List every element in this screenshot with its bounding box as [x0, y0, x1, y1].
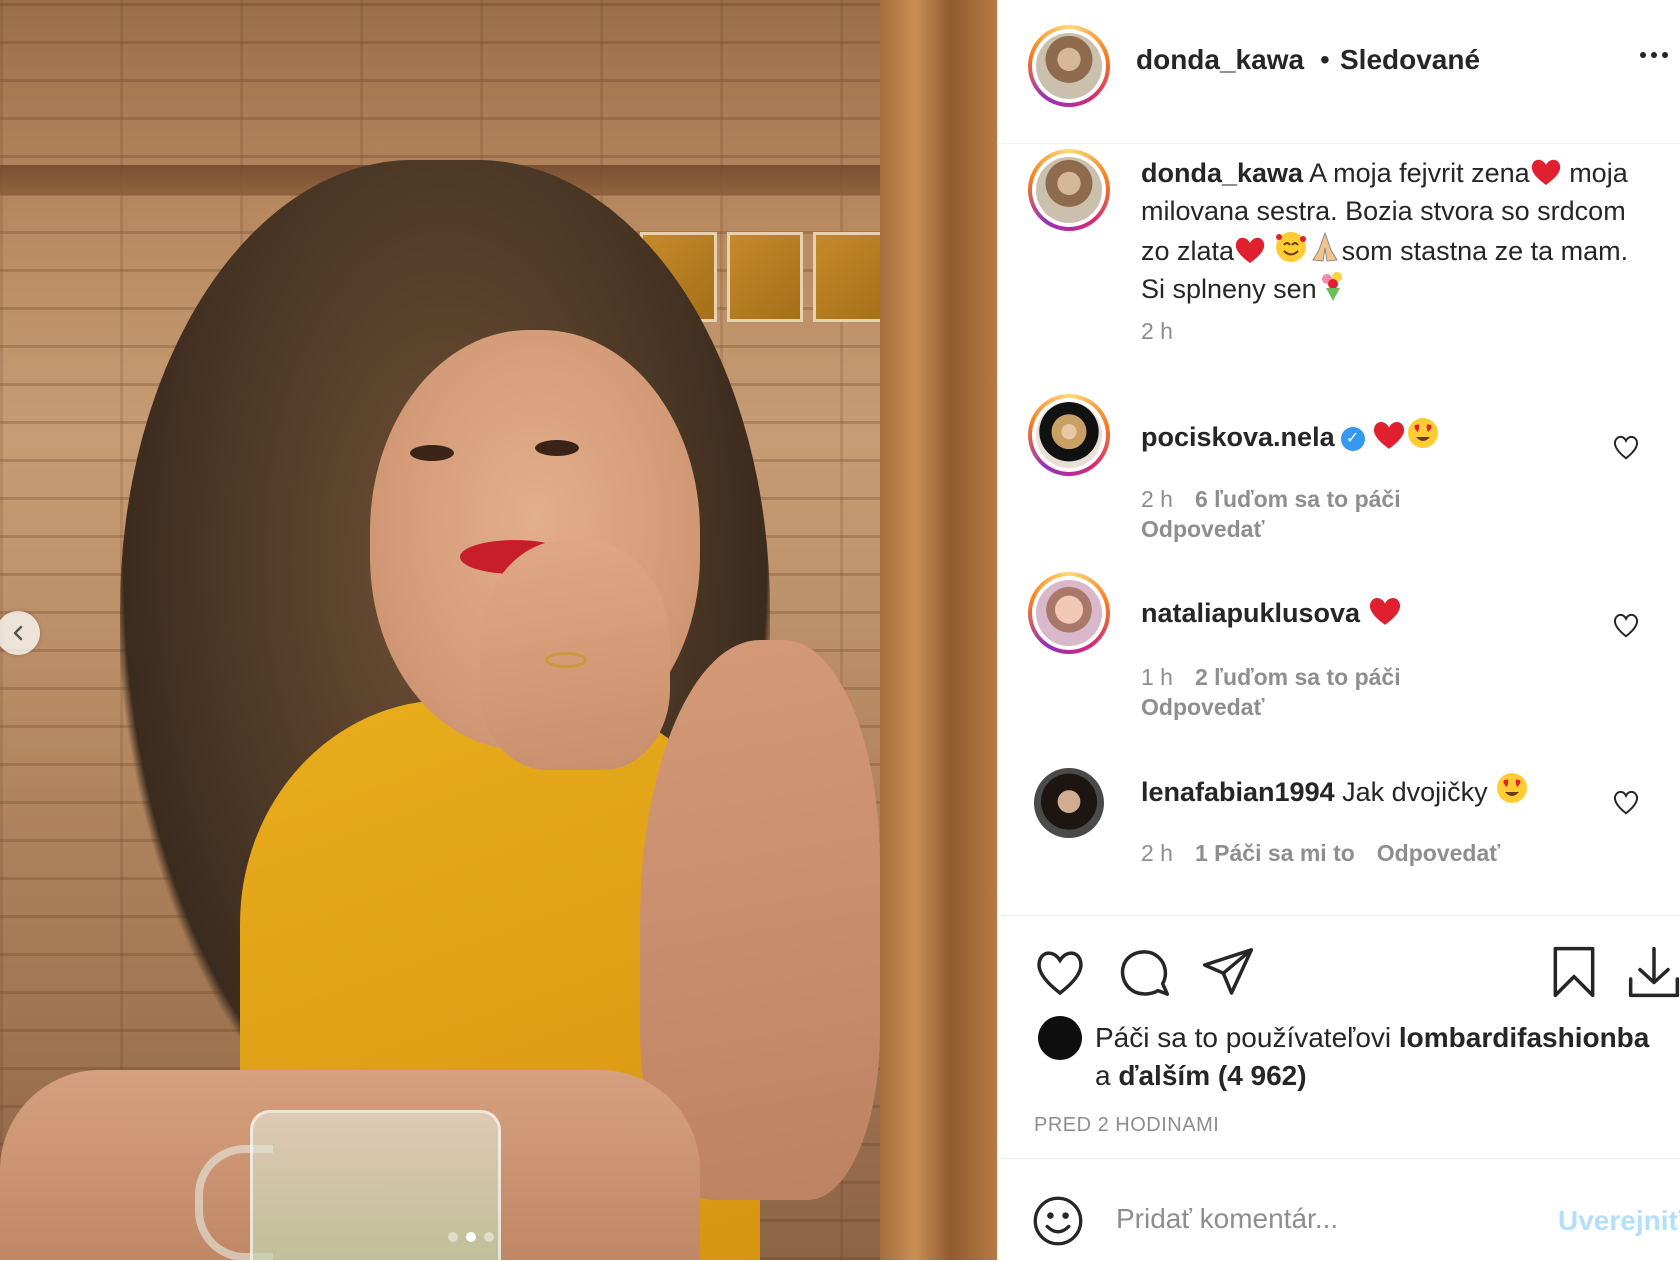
bouquet-emoji-icon	[1321, 272, 1342, 301]
heart-eyes-emoji-icon	[1497, 773, 1528, 803]
red-heart-emoji-icon	[1531, 159, 1560, 185]
commenter-avatar[interactable]	[1028, 394, 1110, 476]
like-comment-heart-icon[interactable]	[1611, 610, 1641, 640]
comment-meta: 1 h2 ľuďom sa to páči	[1141, 664, 1401, 690]
carousel-dot-active	[466, 1232, 476, 1242]
carousel-dot	[484, 1232, 494, 1242]
comment-likes-count[interactable]: 6 ľuďom sa to páči	[1195, 486, 1401, 512]
download-icon[interactable]	[1626, 944, 1680, 1000]
wood-post	[880, 0, 997, 1260]
commenter-username[interactable]: pociskova.nela	[1141, 422, 1335, 452]
verified-badge-icon: ✓	[1340, 427, 1365, 451]
chevron-left-icon	[13, 625, 23, 641]
commenter-username[interactable]: nataliapuklusova	[1141, 598, 1360, 628]
comments-list: donda_kawa A moja fejvrit zena moja milo…	[998, 144, 1680, 914]
caption-text: donda_kawa A moja fejvrit zena moja milo…	[1141, 158, 1629, 304]
comment-text: lenafabian1994 Jak dvojičky	[1141, 771, 1651, 811]
commenter-avatar[interactable]	[1034, 768, 1104, 838]
more-options-button[interactable]	[1640, 52, 1668, 58]
red-heart-emoji-icon	[1374, 422, 1405, 449]
caption-time: 2 h	[1141, 318, 1173, 344]
eye-right	[535, 440, 579, 456]
carousel-dot	[448, 1232, 458, 1242]
comment-meta: 2 h1 Páči sa mi to Odpovedať	[1141, 840, 1501, 866]
post-comment-button[interactable]: Uverejniť	[1558, 1205, 1680, 1237]
comment-meta: 2 h6 ľuďom sa to páči	[1141, 486, 1401, 512]
folded-hands-emoji-icon	[1311, 231, 1338, 262]
like-comment-heart-icon[interactable]	[1611, 432, 1641, 462]
comment-text: nataliapuklusova	[1141, 594, 1651, 632]
liker-avatar[interactable]	[1038, 1016, 1082, 1060]
like-heart-icon[interactable]	[1032, 944, 1088, 1000]
red-heart-emoji-icon	[1235, 237, 1265, 263]
likes-summary: Páči sa to používateľovi lombardifashion…	[1095, 1022, 1650, 1091]
reply-button[interactable]: Odpovedať	[1141, 694, 1264, 721]
ring	[545, 652, 587, 668]
carousel-indicator	[448, 1232, 494, 1242]
comment-likes-count[interactable]: 2 ľuďom sa to páči	[1195, 664, 1401, 690]
commenter-username[interactable]: lenafabian1994	[1141, 777, 1335, 807]
post-side-panel: donda_kawa • Sledované donda_kawa A moja…	[997, 0, 1680, 1260]
liker-username[interactable]: lombardifashionba	[1399, 1022, 1649, 1053]
post-actions: Páči sa to používateľovi lombardifashion…	[998, 915, 1680, 1166]
caption-username[interactable]: donda_kawa	[1141, 158, 1303, 188]
comment-bubble-icon[interactable]	[1116, 944, 1172, 1000]
red-heart-emoji-icon	[1369, 598, 1400, 625]
reply-button[interactable]: Odpovedať	[1377, 840, 1500, 866]
emoji-smiley-icon[interactable]	[1032, 1195, 1084, 1247]
comment-likes-count[interactable]: 1 Páči sa mi to	[1195, 840, 1355, 866]
heart-eyes-emoji-icon	[1408, 418, 1439, 448]
post-photo[interactable]	[0, 0, 997, 1260]
comment-composer: Uverejniť	[998, 1158, 1680, 1261]
author-username[interactable]: donda_kawa	[1136, 44, 1304, 76]
comment-text: pociskova.nela ✓	[1141, 416, 1651, 456]
follow-status[interactable]: Sledované	[1340, 44, 1480, 76]
save-bookmark-icon[interactable]	[1546, 944, 1602, 1000]
post-timestamp[interactable]: PRED 2 HODINAMI	[1034, 1114, 1219, 1137]
eye-left	[410, 445, 454, 461]
share-send-icon[interactable]	[1200, 944, 1256, 1000]
smiling-hearts-emoji-icon	[1275, 232, 1306, 262]
like-comment-heart-icon[interactable]	[1611, 787, 1641, 817]
likes-count-link[interactable]: ďalším (4 962)	[1118, 1060, 1306, 1091]
post-header: donda_kawa • Sledované	[998, 0, 1680, 144]
caption-avatar[interactable]	[1028, 149, 1110, 231]
reply-button[interactable]: Odpovedať	[1141, 516, 1264, 543]
commenter-avatar[interactable]	[1028, 572, 1110, 654]
comment-input[interactable]	[1116, 1203, 1536, 1235]
separator-dot: •	[1320, 44, 1330, 75]
author-avatar[interactable]	[1028, 25, 1110, 107]
